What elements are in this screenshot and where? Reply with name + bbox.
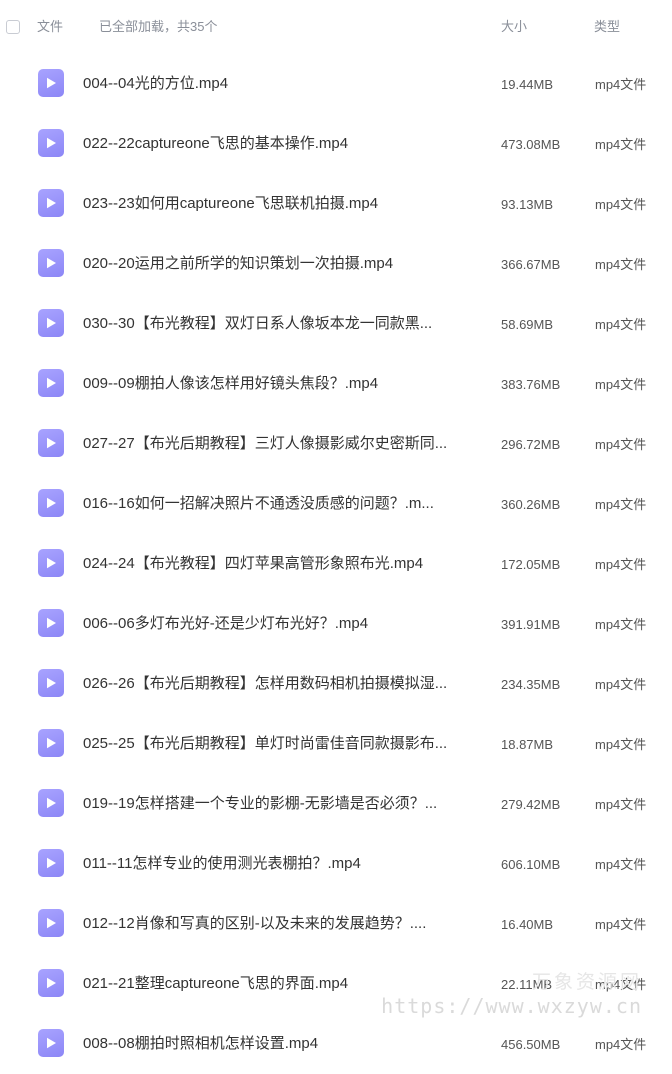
file-size: 391.91MB bbox=[501, 617, 561, 632]
file-type: mp4文件 bbox=[595, 977, 647, 992]
file-size: 360.26MB bbox=[501, 497, 561, 512]
file-type: mp4文件 bbox=[595, 137, 647, 152]
play-file-icon bbox=[38, 609, 64, 637]
play-file-icon bbox=[38, 909, 64, 937]
file-name[interactable]: 030--30【布光教程】双灯日系人像坂本龙一同款黑... bbox=[83, 315, 432, 333]
list-header: 文件 已全部加载，共35个 大小 类型 bbox=[0, 0, 672, 56]
file-row[interactable]: 016--16如何一招解决照片不通透没质感的问题？.m... 360.26MB mp… bbox=[0, 474, 672, 534]
file-name[interactable]: 019--19怎样搭建一个专业的影棚-无影墙是否必须？... bbox=[83, 795, 437, 813]
file-row[interactable]: 026--26【布光后期教程】怎样用数码相机拍摄模拟湿... 234.35MB mp… bbox=[0, 654, 672, 714]
file-name[interactable]: 012--12肖像和写真的区别-以及未来的发展趋势？.... bbox=[83, 915, 426, 933]
file-size: 383.76MB bbox=[501, 377, 561, 392]
file-size: 93.13MB bbox=[501, 197, 554, 212]
file-name[interactable]: 026--26【布光后期教程】怎样用数码相机拍摄模拟湿... bbox=[83, 675, 447, 693]
file-type: mp4文件 bbox=[595, 497, 647, 512]
file-name[interactable]: 009--09棚拍人像该怎样用好镜头焦段？.mp4 bbox=[83, 375, 378, 393]
file-type: mp4文件 bbox=[595, 857, 647, 872]
file-size: 606.10MB bbox=[501, 857, 561, 872]
file-type: mp4文件 bbox=[595, 437, 647, 452]
play-file-icon bbox=[38, 789, 64, 817]
file-size: 16.40MB bbox=[501, 917, 554, 932]
file-size: 22.11MB bbox=[501, 977, 553, 992]
select-all-checkbox[interactable] bbox=[6, 20, 20, 34]
file-size: 234.35MB bbox=[501, 677, 561, 692]
file-type: mp4文件 bbox=[595, 317, 647, 332]
play-file-icon bbox=[38, 69, 64, 97]
file-size: 18.87MB bbox=[501, 737, 554, 752]
column-header-type[interactable]: 类型 bbox=[594, 19, 620, 35]
play-file-icon bbox=[38, 729, 64, 757]
file-size: 296.72MB bbox=[501, 437, 561, 452]
file-type: mp4文件 bbox=[595, 677, 647, 692]
play-file-icon bbox=[38, 429, 64, 457]
file-row[interactable]: 008--08棚拍时照相机怎样设置.mp4 456.50MB mp4文件 bbox=[0, 1014, 672, 1074]
play-file-icon bbox=[38, 1029, 64, 1057]
file-row[interactable]: 006--06多灯布光好-还是少灯布光好？.mp4 391.91MB mp4文件 bbox=[0, 594, 672, 654]
file-name[interactable]: 024--24【布光教程】四灯苹果高管形象照布光.mp4 bbox=[83, 555, 423, 573]
play-file-icon bbox=[38, 849, 64, 877]
file-size: 473.08MB bbox=[501, 137, 561, 152]
file-name[interactable]: 020--20运用之前所学的知识策划一次拍摄.mp4 bbox=[83, 255, 393, 273]
file-row[interactable]: 012--12肖像和写真的区别-以及未来的发展趋势？.... 16.40MB mp4… bbox=[0, 894, 672, 954]
file-size: 366.67MB bbox=[501, 257, 561, 272]
file-size: 58.69MB bbox=[501, 317, 554, 332]
play-file-icon bbox=[38, 549, 64, 577]
file-name[interactable]: 025--25【布光后期教程】单灯时尚雷佳音同款摄影布... bbox=[83, 735, 447, 753]
file-type: mp4文件 bbox=[595, 377, 647, 392]
file-type: mp4文件 bbox=[595, 917, 647, 932]
file-type: mp4文件 bbox=[595, 617, 647, 632]
file-name[interactable]: 011--11怎样专业的使用测光表棚拍？.mp4 bbox=[83, 855, 361, 873]
file-row[interactable]: 011--11怎样专业的使用测光表棚拍？.mp4 606.10MB mp4文件 bbox=[0, 834, 672, 894]
play-file-icon bbox=[38, 489, 64, 517]
file-name[interactable]: 008--08棚拍时照相机怎样设置.mp4 bbox=[83, 1035, 318, 1053]
file-name[interactable]: 021--21整理captureone飞思的界面.mp4 bbox=[83, 975, 348, 993]
file-row[interactable]: 024--24【布光教程】四灯苹果高管形象照布光.mp4 172.05MB mp4文… bbox=[0, 534, 672, 594]
load-status-text: 已全部加载，共35个 bbox=[99, 19, 218, 34]
file-list: 004--04光的方位.mp4 19.44MB mp4文件 022--22captur… bbox=[0, 54, 672, 1074]
file-name[interactable]: 027--27【布光后期教程】三灯人像摄影威尔史密斯同... bbox=[83, 435, 447, 453]
play-file-icon bbox=[38, 189, 64, 217]
play-file-icon bbox=[38, 309, 64, 337]
file-row[interactable]: 019--19怎样搭建一个专业的影棚-无影墙是否必须？... 279.42MB mp… bbox=[0, 774, 672, 834]
file-size: 279.42MB bbox=[501, 797, 561, 812]
file-row[interactable]: 030--30【布光教程】双灯日系人像坂本龙一同款黑... 58.69MB mp4文… bbox=[0, 294, 672, 354]
file-row[interactable]: 021--21整理captureone飞思的界面.mp4 22.11MB mp4文件 bbox=[0, 954, 672, 1014]
file-type: mp4文件 bbox=[595, 197, 647, 212]
file-type: mp4文件 bbox=[595, 77, 647, 92]
file-type: mp4文件 bbox=[595, 1037, 647, 1052]
file-name[interactable]: 023--23如何用captureone飞思联机拍摄.mp4 bbox=[83, 195, 378, 213]
file-type: mp4文件 bbox=[595, 797, 647, 812]
play-file-icon bbox=[38, 369, 64, 397]
file-name[interactable]: 022--22captureone飞思的基本操作.mp4 bbox=[83, 135, 348, 153]
file-row[interactable]: 022--22captureone飞思的基本操作.mp4 473.08MB mp4文… bbox=[0, 114, 672, 174]
file-row[interactable]: 023--23如何用captureone飞思联机拍摄.mp4 93.13MB mp4… bbox=[0, 174, 672, 234]
column-header-size[interactable]: 大小 bbox=[501, 19, 527, 35]
file-type: mp4文件 bbox=[595, 737, 647, 752]
file-name[interactable]: 004--04光的方位.mp4 bbox=[83, 75, 228, 93]
file-type: mp4文件 bbox=[595, 257, 647, 272]
file-row[interactable]: 004--04光的方位.mp4 19.44MB mp4文件 bbox=[0, 54, 672, 114]
file-row[interactable]: 009--09棚拍人像该怎样用好镜头焦段？.mp4 383.76MB mp4文件 bbox=[0, 354, 672, 414]
file-row[interactable]: 025--25【布光后期教程】单灯时尚雷佳音同款摄影布... 18.87MB mp4… bbox=[0, 714, 672, 774]
file-size: 19.44MB bbox=[501, 77, 554, 92]
file-name[interactable]: 006--06多灯布光好-还是少灯布光好？.mp4 bbox=[83, 615, 368, 633]
file-size: 456.50MB bbox=[501, 1037, 561, 1052]
file-row[interactable]: 020--20运用之前所学的知识策划一次拍摄.mp4 366.67MB mp4文件 bbox=[0, 234, 672, 294]
file-row[interactable]: 027--27【布光后期教程】三灯人像摄影威尔史密斯同... 296.72MB mp… bbox=[0, 414, 672, 474]
file-name[interactable]: 016--16如何一招解决照片不通透没质感的问题？.m... bbox=[83, 495, 434, 513]
file-type: mp4文件 bbox=[595, 557, 647, 572]
play-file-icon bbox=[38, 129, 64, 157]
play-file-icon bbox=[38, 669, 64, 697]
play-file-icon bbox=[38, 249, 64, 277]
file-size: 172.05MB bbox=[501, 557, 561, 572]
play-file-icon bbox=[38, 969, 64, 997]
column-header-name[interactable]: 文件 bbox=[37, 19, 63, 35]
